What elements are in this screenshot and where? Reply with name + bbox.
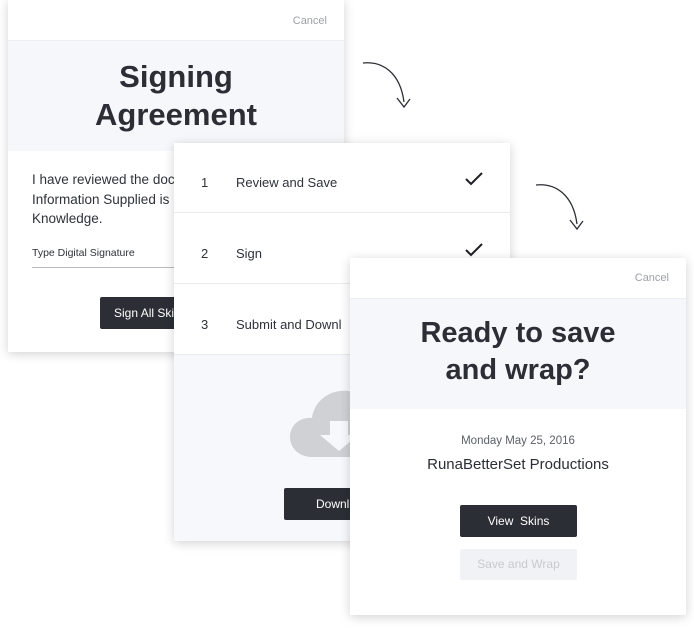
title-line: Ready to save [420, 317, 616, 349]
title-line: Agreement [95, 97, 257, 132]
step-number: 3 [201, 317, 209, 332]
cancel-button[interactable]: Cancel [293, 15, 327, 27]
cancel-button[interactable]: Cancel [635, 272, 669, 284]
company-name: RunaBetterSet Productions [427, 456, 609, 473]
page-title: Signing Agreement [8, 58, 344, 134]
checkmark-icon [465, 172, 483, 186]
checkmark-icon [465, 243, 483, 257]
flow-arrow-icon [535, 184, 584, 231]
signature-label: Type Digital Signature [32, 247, 135, 259]
step-label: Sign [236, 246, 263, 261]
step-number: 2 [201, 246, 209, 261]
save-and-wrap-card: Cancel Ready to save and wrap? Monday Ma… [350, 258, 686, 615]
step-item[interactable]: 1 Review and Save [174, 143, 510, 213]
page-title: Ready to save and wrap? [350, 315, 686, 389]
production-date: Monday May 25, 2016 [461, 435, 575, 447]
title-line: Signing [119, 59, 233, 94]
flow-arrow-icon [362, 62, 411, 109]
view-skins-button[interactable]: View Skins [460, 505, 577, 537]
save-and-wrap-button[interactable]: Save and Wrap [460, 549, 577, 580]
step-label: Submit and Downl [236, 317, 342, 332]
step-label: Review and Save [236, 175, 338, 190]
title-line: and wrap? [445, 354, 591, 386]
step-number: 1 [201, 175, 209, 190]
